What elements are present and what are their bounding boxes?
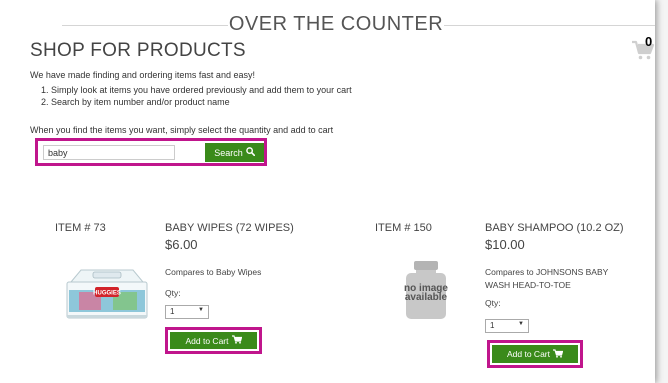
search-input[interactable] — [43, 145, 175, 160]
qty-value: 1 — [170, 307, 175, 316]
qty-select[interactable]: 1 ▼ — [485, 319, 529, 333]
add-to-cart-button[interactable]: Add to Cart — [492, 345, 578, 363]
search-bar: Search — [35, 138, 267, 166]
no-image-text-2: available — [405, 292, 448, 303]
product-card: ITEM # 150 no image available BABY SHAMP… — [375, 222, 655, 372]
no-image-placeholder: no image available — [398, 259, 454, 321]
add-to-cart-button[interactable]: Add to Cart — [170, 332, 257, 349]
header-divider-right — [444, 25, 655, 26]
intro-text: We have made finding and ordering items … — [30, 70, 255, 80]
qty-label: Qty: — [485, 298, 501, 308]
product-name: BABY SHAMPOO (10.2 OZ) — [485, 222, 624, 234]
search-button[interactable]: Search — [205, 143, 264, 162]
qty-value: 1 — [490, 321, 495, 330]
product-image-baby-wipes: HUGGIES — [61, 262, 153, 322]
dropdown-arrow-icon: ▼ — [198, 307, 204, 313]
section-title: OVER THE COUNTER — [228, 13, 444, 35]
product-compare-text: Compares to Baby Wipes — [165, 267, 262, 277]
add-to-cart-highlight: Add to Cart — [165, 327, 262, 354]
product-compare-text: Compares to JOHNSONS BABY WASH HEAD-TO-T… — [485, 267, 609, 290]
add-to-cart-label: Add to Cart — [185, 335, 229, 346]
huggies-logo-text: HUGGIES — [93, 291, 121, 297]
search-icon — [245, 147, 255, 158]
section-header: OVER THE COUNTER — [0, 10, 655, 38]
qty-select[interactable]: 1 ▼ — [165, 305, 209, 319]
cart-icon — [553, 348, 564, 360]
product-card: ITEM # 73 HUGGIES BABY WIPES (72 WIPES) … — [55, 222, 355, 372]
item-number: ITEM # 150 — [375, 222, 432, 234]
step-1: Simply look at items you have ordered pr… — [51, 85, 352, 97]
page-title: SHOP FOR PRODUCTS — [30, 40, 246, 61]
header-divider-left — [62, 25, 228, 26]
search-button-label: Search — [214, 147, 243, 158]
instruction-steps: Simply look at items you have ordered pr… — [30, 85, 352, 108]
add-to-cart-label: Add to Cart — [507, 349, 550, 359]
dropdown-arrow-icon: ▼ — [518, 321, 524, 327]
add-to-cart-highlight: Add to Cart — [487, 340, 583, 368]
page: OVER THE COUNTER SHOP FOR PRODUCTS 0 We … — [0, 0, 655, 383]
instruction-text: When you find the items you want, simply… — [30, 125, 334, 135]
cart-count-badge: 0 — [645, 34, 653, 49]
product-price: $6.00 — [165, 237, 198, 252]
qty-label: Qty: — [165, 288, 181, 298]
product-price: $10.00 — [485, 237, 525, 252]
step-2: Search by item number and/or product nam… — [51, 97, 352, 109]
cart-icon — [231, 335, 242, 346]
item-number: ITEM # 73 — [55, 222, 106, 234]
product-name: BABY WIPES (72 WIPES) — [165, 222, 294, 234]
